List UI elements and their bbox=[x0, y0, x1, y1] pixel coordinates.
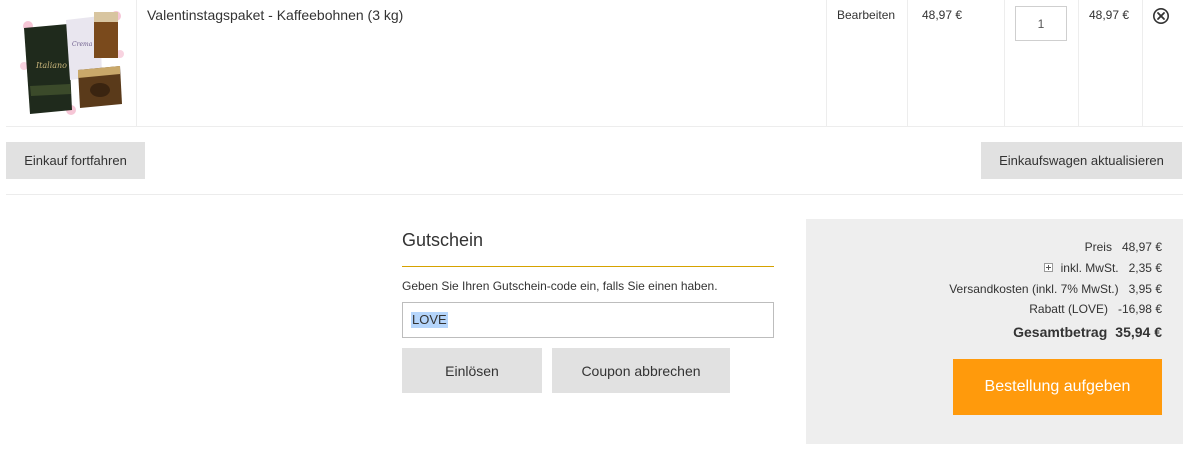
price-label: Preis bbox=[1084, 240, 1112, 254]
coupon-input[interactable]: LOVE bbox=[402, 302, 774, 338]
price-value: 48,97 € bbox=[1121, 240, 1162, 254]
discount-row: Rabatt (LOVE) -16,98 € bbox=[1029, 302, 1162, 316]
grand-total-value: 35,94 € bbox=[1115, 324, 1162, 340]
edit-cell: Bearbeiten bbox=[827, 0, 908, 126]
product-name[interactable]: Valentinstagspaket - Kaffeebohnen (3 kg) bbox=[147, 7, 403, 23]
svg-text:Italiano: Italiano bbox=[35, 61, 67, 70]
coupon-input-value: LOVE bbox=[411, 312, 448, 328]
tax-label: inkl. MwSt. bbox=[1060, 261, 1119, 275]
grand-total-row: Gesamtbetrag 35,94 € bbox=[1013, 324, 1162, 340]
tax-value: 2,35 € bbox=[1128, 261, 1162, 275]
price-row: Preis 48,97 € bbox=[1085, 240, 1162, 254]
discount-label: Rabatt (LOVE) bbox=[1029, 302, 1108, 316]
tax-row: inkl. MwSt. 2,35 € bbox=[1043, 261, 1162, 275]
product-name-cell: Valentinstagspaket - Kaffeebohnen (3 kg) bbox=[137, 0, 827, 126]
section-divider bbox=[6, 194, 1183, 195]
quantity-input[interactable] bbox=[1015, 6, 1067, 41]
shipping-row: Versandkosten (inkl. 7% MwSt.) 3,95 € bbox=[949, 282, 1162, 296]
coupon-hint: Geben Sie Ihren Gutschein-code ein, fall… bbox=[402, 279, 718, 293]
continue-shopping-button[interactable]: Einkauf fortfahren bbox=[6, 142, 145, 179]
coupon-title: Gutschein bbox=[402, 230, 484, 250]
product-image-cell: Italiano Crema bbox=[6, 0, 137, 126]
cart-item-row: Italiano Crema Valentinstagspaket - Kaff… bbox=[6, 0, 1183, 127]
remove-cell bbox=[1143, 0, 1183, 126]
unit-price: 48,97 € bbox=[922, 8, 963, 22]
expand-tax-icon[interactable] bbox=[1043, 263, 1053, 272]
subtotal-cell: 48,97 € bbox=[1079, 0, 1143, 126]
redeem-coupon-button[interactable]: Einlösen bbox=[402, 348, 542, 393]
product-image[interactable]: Italiano Crema bbox=[16, 6, 128, 118]
close-circle-icon[interactable] bbox=[1152, 7, 1170, 25]
shipping-value: 3,95 € bbox=[1128, 282, 1162, 296]
update-cart-button[interactable]: Einkaufswagen aktualisieren bbox=[981, 142, 1182, 179]
coupon-divider bbox=[402, 266, 774, 267]
discount-value: -16,98 € bbox=[1117, 302, 1162, 316]
grand-total-label: Gesamtbetrag bbox=[1013, 324, 1108, 340]
shipping-label: Versandkosten (inkl. 7% MwSt.) bbox=[949, 282, 1119, 296]
item-subtotal: 48,97 € bbox=[1089, 8, 1130, 22]
place-order-button[interactable]: Bestellung aufgeben bbox=[953, 359, 1162, 415]
cancel-coupon-button[interactable]: Coupon abbrechen bbox=[552, 348, 730, 393]
quantity-cell bbox=[1005, 0, 1079, 126]
svg-text:Crema: Crema bbox=[72, 41, 93, 48]
edit-link[interactable]: Bearbeiten bbox=[837, 8, 895, 22]
unit-price-cell: 48,97 € bbox=[908, 0, 1005, 126]
